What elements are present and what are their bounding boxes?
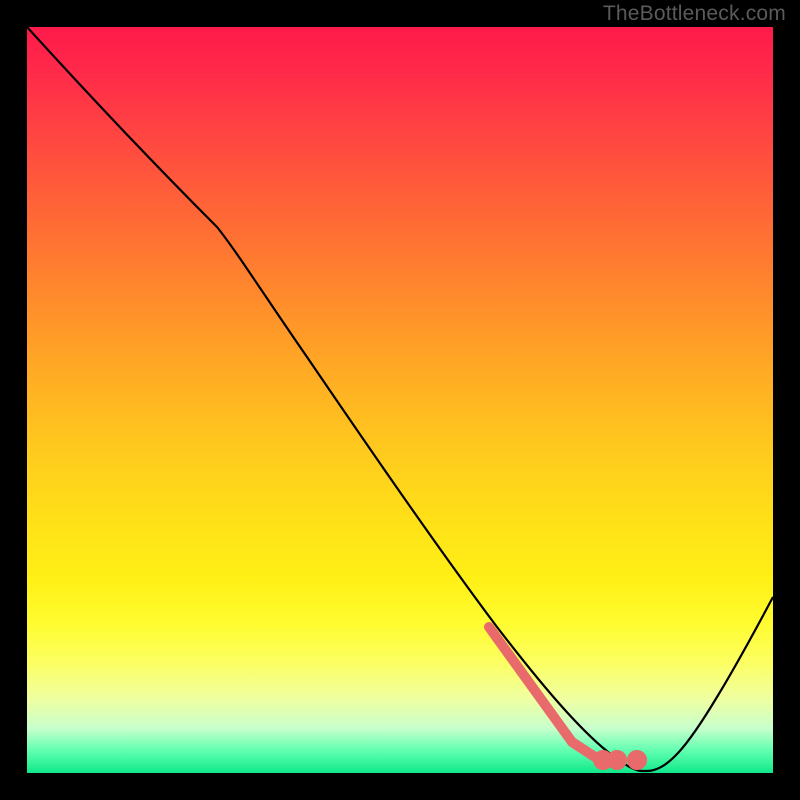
chart-plot-area xyxy=(27,27,773,773)
chart-svg xyxy=(27,27,773,773)
watermark-text: TheBottleneck.com xyxy=(603,2,786,26)
black-curve-line xyxy=(27,27,773,771)
